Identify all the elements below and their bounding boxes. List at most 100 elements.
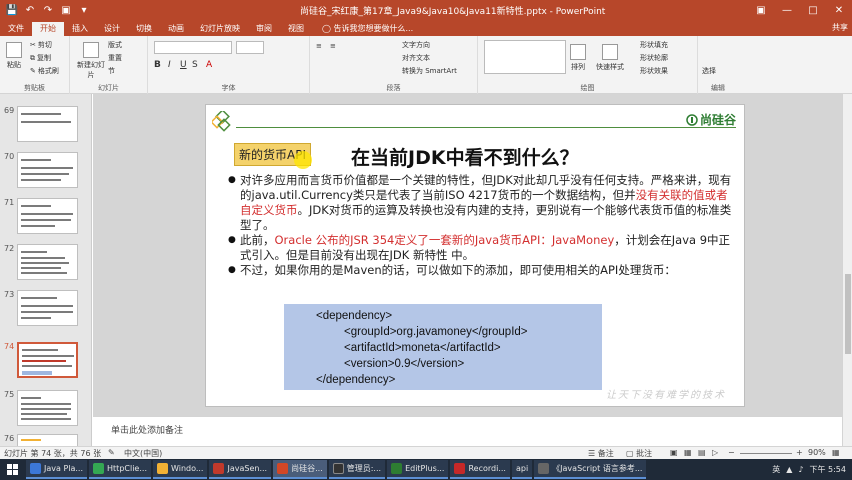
thumbnail-preview-selected: [17, 342, 78, 378]
shadow-button[interactable]: S: [192, 60, 198, 70]
copy-button[interactable]: ⧉ 复制: [30, 53, 51, 63]
clock[interactable]: 下午 5:54: [809, 464, 846, 475]
text-direction-button[interactable]: 文字方向: [402, 40, 430, 50]
slide-title[interactable]: 在当前JDK中看不到什么？: [351, 143, 579, 170]
taskbar-item-java-platform[interactable]: Java Pla...: [26, 460, 88, 479]
network-icon[interactable]: ▲: [786, 465, 792, 474]
reset-button[interactable]: 重置: [108, 53, 122, 63]
tab-transitions[interactable]: 切换: [128, 22, 160, 36]
maven-dependency-box[interactable]: <dependency> <groupId>org.javamoney</gro…: [284, 304, 602, 390]
taskbar-item-editplus[interactable]: EditPlus...: [387, 460, 449, 479]
close-icon[interactable]: ✕: [826, 0, 852, 20]
numbering-button[interactable]: ≡: [330, 42, 336, 50]
thumbnail-preview: [17, 152, 78, 188]
code-line: <groupId>org.javamoney</groupId>: [344, 326, 528, 338]
brand-logo-icon: [686, 113, 698, 126]
share-button[interactable]: 共享: [832, 22, 848, 33]
start-button[interactable]: [0, 459, 26, 480]
quick-styles-button[interactable]: 快速样式: [596, 44, 624, 72]
section-button[interactable]: 节: [108, 66, 115, 76]
taskbar-item-powerpoint[interactable]: 尚硅谷...: [273, 460, 327, 479]
tab-file[interactable]: 文件: [0, 22, 32, 36]
zoom-out-icon[interactable]: −: [728, 448, 735, 457]
ribbon: 粘贴 ✂ 剪切 ⧉ 复制 ✎ 格式刷 剪贴板 新建幻灯片 版式 重置 节 幻灯片 B …: [0, 36, 852, 94]
format-painter-button[interactable]: ✎ 格式刷: [30, 66, 59, 76]
slide-thumbnail-panel[interactable]: 69 70 71 72 73 74 75 76: [0, 94, 92, 446]
spellcheck-icon[interactable]: ✎: [108, 448, 115, 457]
thumbnail-number: 72: [4, 244, 15, 253]
underline-button[interactable]: U: [180, 60, 187, 70]
zoom-in-icon[interactable]: +: [796, 448, 803, 457]
help-icon: [538, 463, 550, 474]
shape-outline-button[interactable]: 形状轮廓: [640, 53, 668, 63]
taskbar-item-admin-console[interactable]: 管理员:...: [328, 460, 386, 479]
slideshow-icon[interactable]: ▣: [60, 4, 72, 16]
new-slide-button[interactable]: 新建幻灯片: [76, 42, 106, 80]
tell-me-search[interactable]: ◯ 告诉我您想要做什么...: [322, 22, 413, 36]
tab-slideshow[interactable]: 幻灯片放映: [192, 22, 248, 36]
taskbar-item-recording[interactable]: Recordi...: [450, 460, 510, 479]
group-clipboard: 粘贴 ✂ 剪切 ⧉ 复制 ✎ 格式刷 剪贴板: [0, 36, 70, 94]
slideshow-view-icon[interactable]: ▷: [712, 448, 718, 457]
italic-button[interactable]: I: [168, 60, 171, 70]
save-icon[interactable]: 💾: [6, 4, 18, 16]
normal-view-icon[interactable]: ▣: [670, 448, 678, 457]
tab-animations[interactable]: 动画: [160, 22, 192, 36]
reading-view-icon[interactable]: ▤: [698, 448, 706, 457]
ime-indicator[interactable]: 英: [772, 464, 780, 475]
thumbnail-preview: [17, 198, 78, 234]
taskbar-item-api[interactable]: api: [511, 460, 533, 479]
slide-editor-area: 尚硅谷 新的货币API 在当前JDK中看不到什么？ 对许多应用而言货币价值都是一…: [93, 94, 842, 416]
bullets-button[interactable]: ≡: [316, 42, 322, 50]
zoom-level[interactable]: 90%: [808, 448, 826, 457]
select-button[interactable]: 选择: [702, 66, 716, 76]
smartart-button[interactable]: 转换为 SmartArt: [402, 66, 457, 76]
scrollbar-thumb[interactable]: [845, 274, 851, 354]
taskbar-item-httpclient[interactable]: HttpClie...: [89, 460, 151, 479]
undo-icon[interactable]: ↶: [24, 4, 36, 16]
cut-button[interactable]: ✂ 剪切: [30, 40, 52, 50]
tab-design[interactable]: 设计: [96, 22, 128, 36]
windows-logo-icon: [7, 463, 18, 475]
customize-qat-icon[interactable]: ▾: [78, 4, 90, 16]
shape-fill-button[interactable]: 形状填充: [640, 40, 668, 50]
language-indicator[interactable]: 中文(中国): [124, 448, 162, 459]
fit-slide-icon[interactable]: ▦: [832, 448, 840, 457]
ribbon-display-icon[interactable]: ▣: [748, 0, 774, 20]
tab-home[interactable]: 开始: [32, 22, 64, 36]
notes-toggle[interactable]: ☰ 备注: [588, 448, 614, 459]
tab-insert[interactable]: 插入: [64, 22, 96, 36]
shapes-gallery[interactable]: [484, 40, 566, 74]
layout-button[interactable]: 版式: [108, 40, 122, 50]
minimize-icon[interactable]: —: [774, 0, 800, 20]
mouse-cursor-highlight: [294, 151, 312, 169]
taskbar-item-javasen[interactable]: JavaSen...: [209, 460, 272, 479]
notes-pane[interactable]: 单击此处添加备注: [93, 416, 842, 446]
chrome-icon: [93, 463, 105, 474]
current-slide[interactable]: 尚硅谷 新的货币API 在当前JDK中看不到什么？ 对许多应用而言货币价值都是一…: [205, 104, 745, 407]
comments-toggle[interactable]: ▢ 批注: [626, 448, 652, 459]
maximize-icon[interactable]: □: [800, 0, 826, 20]
font-size-box[interactable]: [236, 41, 264, 54]
redo-icon[interactable]: ↷: [42, 4, 54, 16]
bold-button[interactable]: B: [154, 60, 161, 70]
taskbar-item-javascript-ref[interactable]: 《JavaScript 语言参考...: [534, 460, 647, 479]
tab-view[interactable]: 视图: [280, 22, 312, 36]
slide-body[interactable]: 对许多应用而言货币价值都是一个关键的特性，但JDK对此却几乎没有任何支持。严格来…: [228, 173, 738, 278]
font-name-box[interactable]: [154, 41, 232, 54]
paste-button[interactable]: 粘贴: [6, 42, 22, 70]
tab-review[interactable]: 审阅: [248, 22, 280, 36]
shape-effects-button[interactable]: 形状效果: [640, 66, 668, 76]
vertical-scrollbar[interactable]: [842, 94, 852, 446]
volume-icon[interactable]: ♪: [798, 465, 803, 474]
powerpoint-icon: [277, 463, 289, 474]
taskbar-item-windows[interactable]: Windo...: [152, 460, 208, 479]
editplus-icon: [391, 463, 403, 474]
slide-watermark: 让天下没有难学的技术: [606, 390, 726, 401]
font-color-button[interactable]: A: [206, 60, 212, 70]
align-text-button[interactable]: 对齐文本: [402, 53, 430, 63]
zoom-slider[interactable]: [740, 453, 792, 454]
arrange-button[interactable]: 排列: [570, 44, 586, 72]
slide-sorter-icon[interactable]: ▦: [684, 448, 692, 457]
thumbnail-preview: [17, 434, 78, 446]
